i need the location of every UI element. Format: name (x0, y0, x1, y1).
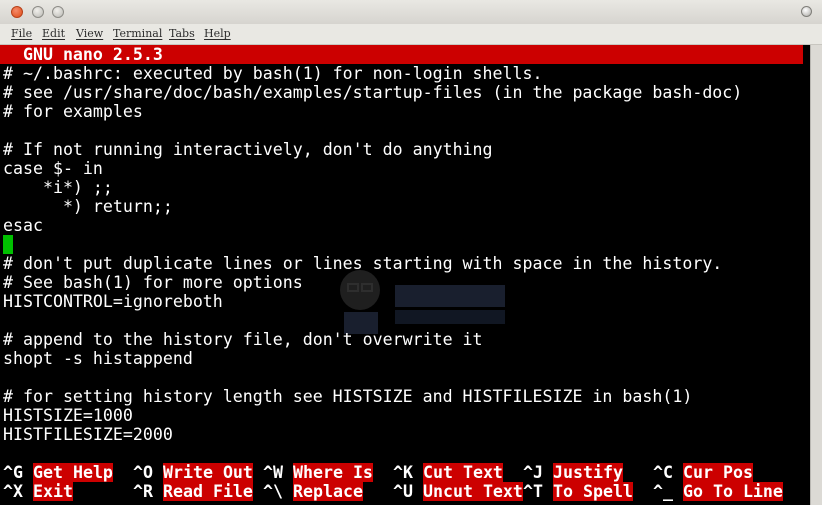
menu-view[interactable]: View (76, 27, 103, 40)
menu-tabs[interactable]: Tabs (169, 27, 195, 40)
code-line: # See bash(1) for more options (3, 273, 303, 292)
shortcut-key: ^J (523, 463, 543, 482)
title-bar[interactable] (0, 0, 822, 24)
code-line: # don't put duplicate lines or lines sta… (3, 254, 723, 273)
shortcut-read-file[interactable]: Read File (163, 482, 253, 501)
code-line: # ~/.bashrc: executed by bash(1) for non… (3, 64, 543, 83)
shortcut-replace[interactable]: Replace (293, 482, 363, 501)
shortcut-key: ^U (393, 482, 413, 501)
code-line: esac (3, 216, 43, 235)
window-maximize-icon[interactable] (52, 6, 64, 18)
shortcut-key: ^\ (263, 482, 283, 501)
code-line: shopt -s histappend (3, 349, 193, 368)
shortcut-row-2: ^X Exit ^R Read File ^\ Replace ^U Uncut… (0, 482, 810, 501)
shortcut-key: ^O (133, 463, 153, 482)
nano-title-bar: GNU nano 2.5.3 (0, 45, 803, 64)
shortcut-key: ^T (523, 482, 543, 501)
shortcut-uncut-text[interactable]: Uncut Text (423, 482, 523, 501)
code-line: HISTCONTROL=ignoreboth (3, 292, 223, 311)
shortcut-get-help[interactable]: Get Help (33, 463, 113, 482)
shortcut-key: ^X (3, 482, 23, 501)
code-line: # append to the history file, don't over… (3, 330, 483, 349)
scroll-up-icon[interactable] (801, 6, 812, 17)
menu-file[interactable]: File (11, 27, 32, 40)
vertical-scrollbar[interactable] (810, 45, 822, 505)
shortcut-key: ^W (263, 463, 283, 482)
shortcut-key: ^_ (653, 482, 673, 501)
code-line: # for examples (3, 102, 143, 121)
code-line: # for setting history length see HISTSIZ… (3, 387, 693, 406)
window-minimize-icon[interactable] (32, 6, 44, 18)
shortcut-cur-pos[interactable]: Cur Pos (683, 463, 753, 482)
code-line: # If not running interactively, don't do… (3, 140, 493, 159)
terminal-window: File Edit View Terminal Tabs Help GNU na… (0, 0, 822, 505)
code-line: case $- in (3, 159, 103, 178)
code-line: HISTFILESIZE=2000 (3, 425, 173, 444)
shortcut-to-spell[interactable]: To Spell (553, 482, 633, 501)
shortcut-exit[interactable]: Exit (33, 482, 73, 501)
code-line: *i*) ;; (3, 178, 113, 197)
shortcut-row-1: ^G Get Help ^O Write Out ^W Where Is ^K … (0, 463, 810, 482)
shortcut-key: ^R (133, 482, 153, 501)
terminal-area[interactable]: GNU nano 2.5.3 # ~/.bashrc: executed by … (0, 45, 810, 505)
menu-edit[interactable]: Edit (42, 27, 65, 40)
code-line: # see /usr/share/doc/bash/examples/start… (3, 83, 743, 102)
shortcut-key: ^K (393, 463, 413, 482)
shortcut-go-to-line[interactable]: Go To Line (683, 482, 783, 501)
shortcut-justify[interactable]: Justify (553, 463, 623, 482)
shortcut-where-is[interactable]: Where Is (293, 463, 373, 482)
text-cursor (3, 235, 13, 254)
code-line: HISTSIZE=1000 (3, 406, 133, 425)
menu-bar: File Edit View Terminal Tabs Help (0, 24, 822, 45)
nano-version: GNU nano 2.5.3 (3, 45, 163, 64)
window-close-icon[interactable] (11, 6, 23, 18)
shortcut-cut-text[interactable]: Cut Text (423, 463, 503, 482)
menu-help[interactable]: Help (204, 27, 231, 40)
code-line: *) return;; (3, 197, 173, 216)
menu-terminal[interactable]: Terminal (113, 27, 162, 40)
shortcut-key: ^C (653, 463, 673, 482)
shortcut-key: ^G (3, 463, 23, 482)
shortcut-write-out[interactable]: Write Out (163, 463, 253, 482)
